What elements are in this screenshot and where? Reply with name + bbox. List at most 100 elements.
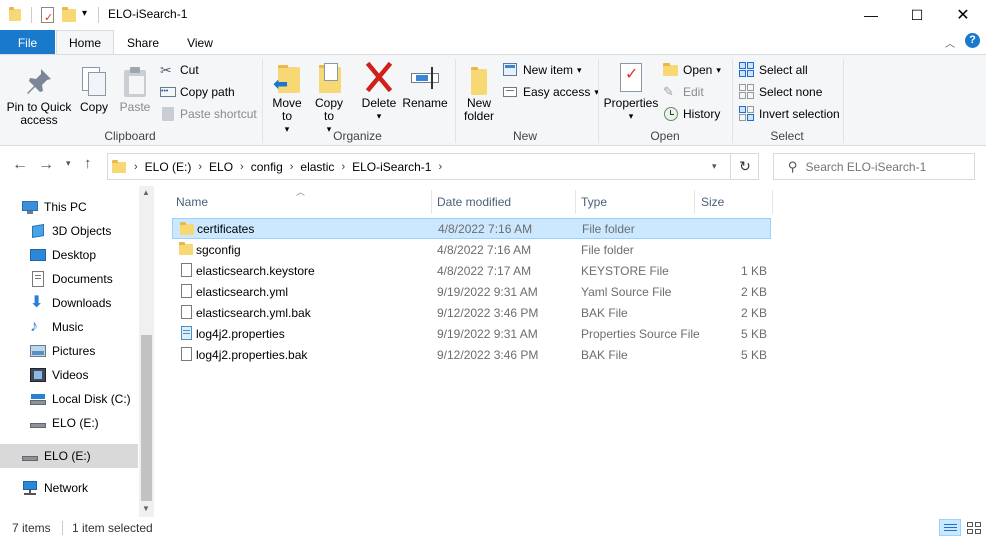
copy-to-button[interactable]: Copy to ▾ <box>310 61 348 136</box>
tab-home[interactable]: Home <box>56 30 114 55</box>
paste-shortcut-icon <box>160 106 176 122</box>
column-header-size[interactable]: Size <box>701 190 724 214</box>
nav-item-desktop[interactable]: Desktop <box>0 243 138 267</box>
column-header-date[interactable]: Date modified <box>437 190 511 214</box>
tab-file[interactable]: File <box>0 30 55 55</box>
breadcrumb-elo[interactable]: ELO <box>209 160 233 174</box>
breadcrumb-separator-icon[interactable]: › <box>290 161 294 173</box>
file-row[interactable]: elasticsearch.keystore 4/8/2022 7:17 AM KE… <box>172 260 771 281</box>
status-bar: 7 items 1 item selected <box>0 517 986 537</box>
column-divider[interactable] <box>575 190 576 214</box>
nav-item-downloads[interactable]: ⬇ Downloads <box>0 291 138 315</box>
open-label: Open <box>683 63 713 77</box>
refresh-icon[interactable]: ↻ <box>730 153 759 180</box>
new-folder-quick-icon[interactable] <box>62 7 76 23</box>
titlebar-divider <box>31 7 32 23</box>
customize-toolbar-icon[interactable]: ▾ <box>82 8 87 19</box>
music-note-icon: ♪ <box>30 318 38 335</box>
new-item-button[interactable]: New item ▾ <box>503 60 582 80</box>
file-icon <box>179 305 193 319</box>
nav-item-music[interactable]: ♪ Music <box>0 315 138 339</box>
delete-button[interactable]: Delete ▾ <box>360 61 398 123</box>
address-bar[interactable]: › ELO (E:) › ELO › config › elastic › EL… <box>107 153 759 180</box>
new-folder-button[interactable]: New folder <box>460 61 498 123</box>
column-divider[interactable] <box>772 190 773 214</box>
paste-button[interactable]: Paste <box>116 65 154 114</box>
paste-shortcut-button[interactable]: Paste shortcut <box>160 104 257 124</box>
invert-selection-button[interactable]: Invert selection <box>739 104 840 124</box>
up-arrow-icon[interactable]: ↑ <box>84 155 92 172</box>
pin-to-quick-access-button[interactable]: Pin to Quick access <box>4 65 74 127</box>
help-icon[interactable]: ? <box>965 33 980 48</box>
recent-locations-chevron-icon[interactable]: ▾ <box>66 158 71 169</box>
nav-item-elo-e[interactable]: ELO (E:) <box>0 444 138 468</box>
address-history-chevron-icon[interactable]: ▾ <box>712 161 717 172</box>
close-icon[interactable]: ✕ <box>940 0 986 30</box>
rename-button[interactable]: Rename <box>402 61 448 110</box>
column-header-name[interactable]: Name <box>176 190 208 214</box>
select-none-icon <box>739 84 755 100</box>
maximize-icon[interactable]: ☐ <box>894 0 940 30</box>
properties-quick-icon[interactable]: ✓ <box>40 7 55 24</box>
column-divider[interactable] <box>431 190 432 214</box>
nav-item-this-pc[interactable]: This PC <box>0 195 138 219</box>
easy-access-icon <box>503 84 519 100</box>
breadcrumb-elo-isearch[interactable]: ELO-iSearch-1 <box>352 160 431 174</box>
nav-scrollbar-thumb[interactable] <box>141 335 152 501</box>
nav-item-network[interactable]: Network <box>0 476 138 500</box>
file-row[interactable]: sgconfig 4/8/2022 7:16 AM File folder <box>172 239 771 260</box>
nav-item-label: Downloads <box>52 296 112 310</box>
chevron-down-icon: ▾ <box>376 111 382 121</box>
select-all-icon <box>739 62 755 78</box>
back-arrow-icon[interactable]: ← <box>12 156 28 174</box>
breadcrumb-separator-icon[interactable]: › <box>198 161 202 173</box>
search-input[interactable] <box>805 159 966 174</box>
move-to-button[interactable]: ⬅ Move to ▾ <box>268 61 306 136</box>
breadcrumb-config[interactable]: config <box>251 160 283 174</box>
breadcrumb-elastic[interactable]: elastic <box>300 160 334 174</box>
scroll-down-icon[interactable]: ▼ <box>142 504 150 513</box>
file-row[interactable]: log4j2.properties 9/19/2022 9:31 AM Proper… <box>172 323 771 344</box>
forward-arrow-icon[interactable]: → <box>38 156 54 174</box>
nav-item-elo-e-sub[interactable]: ELO (E:) <box>0 411 138 435</box>
drive-icon <box>22 448 38 464</box>
nav-item-videos[interactable]: Videos <box>0 363 138 387</box>
nav-item-documents[interactable]: Documents <box>0 267 138 291</box>
group-separator <box>455 59 456 143</box>
breadcrumb-separator-icon[interactable]: › <box>341 161 345 173</box>
details-view-icon[interactable] <box>939 519 961 536</box>
history-button[interactable]: History <box>663 104 720 124</box>
nav-item-label: ELO (E:) <box>52 416 99 430</box>
select-all-button[interactable]: Select all <box>739 60 808 80</box>
search-box[interactable]: ⚲ <box>773 153 975 180</box>
breadcrumb-separator-icon[interactable]: › <box>438 161 442 173</box>
nav-item-local-disk-c[interactable]: Local Disk (C:) <box>0 387 138 411</box>
nav-item-3d-objects[interactable]: 3D Objects <box>0 219 138 243</box>
easy-access-button[interactable]: Easy access ▾ <box>503 82 599 102</box>
properties-button[interactable]: ✓ Properties ▾ <box>603 61 659 123</box>
file-row[interactable]: log4j2.properties.bak 9/12/2022 3:46 PM BA… <box>172 344 771 365</box>
copy-button[interactable]: Copy <box>76 65 112 114</box>
column-divider[interactable] <box>694 190 695 214</box>
file-row[interactable]: elasticsearch.yml.bak 9/12/2022 3:46 PM BA… <box>172 302 771 323</box>
tab-view[interactable]: View <box>172 30 228 55</box>
file-row[interactable]: certificates 4/8/2022 7:16 AM File folder <box>172 218 771 239</box>
nav-item-pictures[interactable]: Pictures <box>0 339 138 363</box>
file-row[interactable]: elasticsearch.yml 9/19/2022 9:31 AM Yaml S… <box>172 281 771 302</box>
collapse-ribbon-icon[interactable]: ︿ <box>945 35 955 50</box>
minimize-icon[interactable]: — <box>848 0 894 30</box>
cut-button[interactable]: ✂ Cut <box>160 60 199 80</box>
edit-button[interactable]: ✎ Edit <box>663 82 704 102</box>
large-icons-view-icon[interactable] <box>964 519 984 536</box>
breadcrumb-elo-drive[interactable]: ELO (E:) <box>145 160 192 174</box>
open-button[interactable]: Open ▾ <box>663 60 721 80</box>
status-divider <box>62 521 63 535</box>
copy-path-button[interactable]: ••• Copy path <box>160 82 235 102</box>
breadcrumb-separator-icon[interactable]: › <box>240 161 244 173</box>
scroll-up-icon[interactable]: ▲ <box>142 188 150 197</box>
select-none-button[interactable]: Select none <box>739 82 822 102</box>
file-size: 5 KB <box>740 326 767 341</box>
breadcrumb-separator-icon[interactable]: › <box>134 161 138 173</box>
column-header-type[interactable]: Type <box>581 190 607 214</box>
tab-share[interactable]: Share <box>114 30 172 55</box>
